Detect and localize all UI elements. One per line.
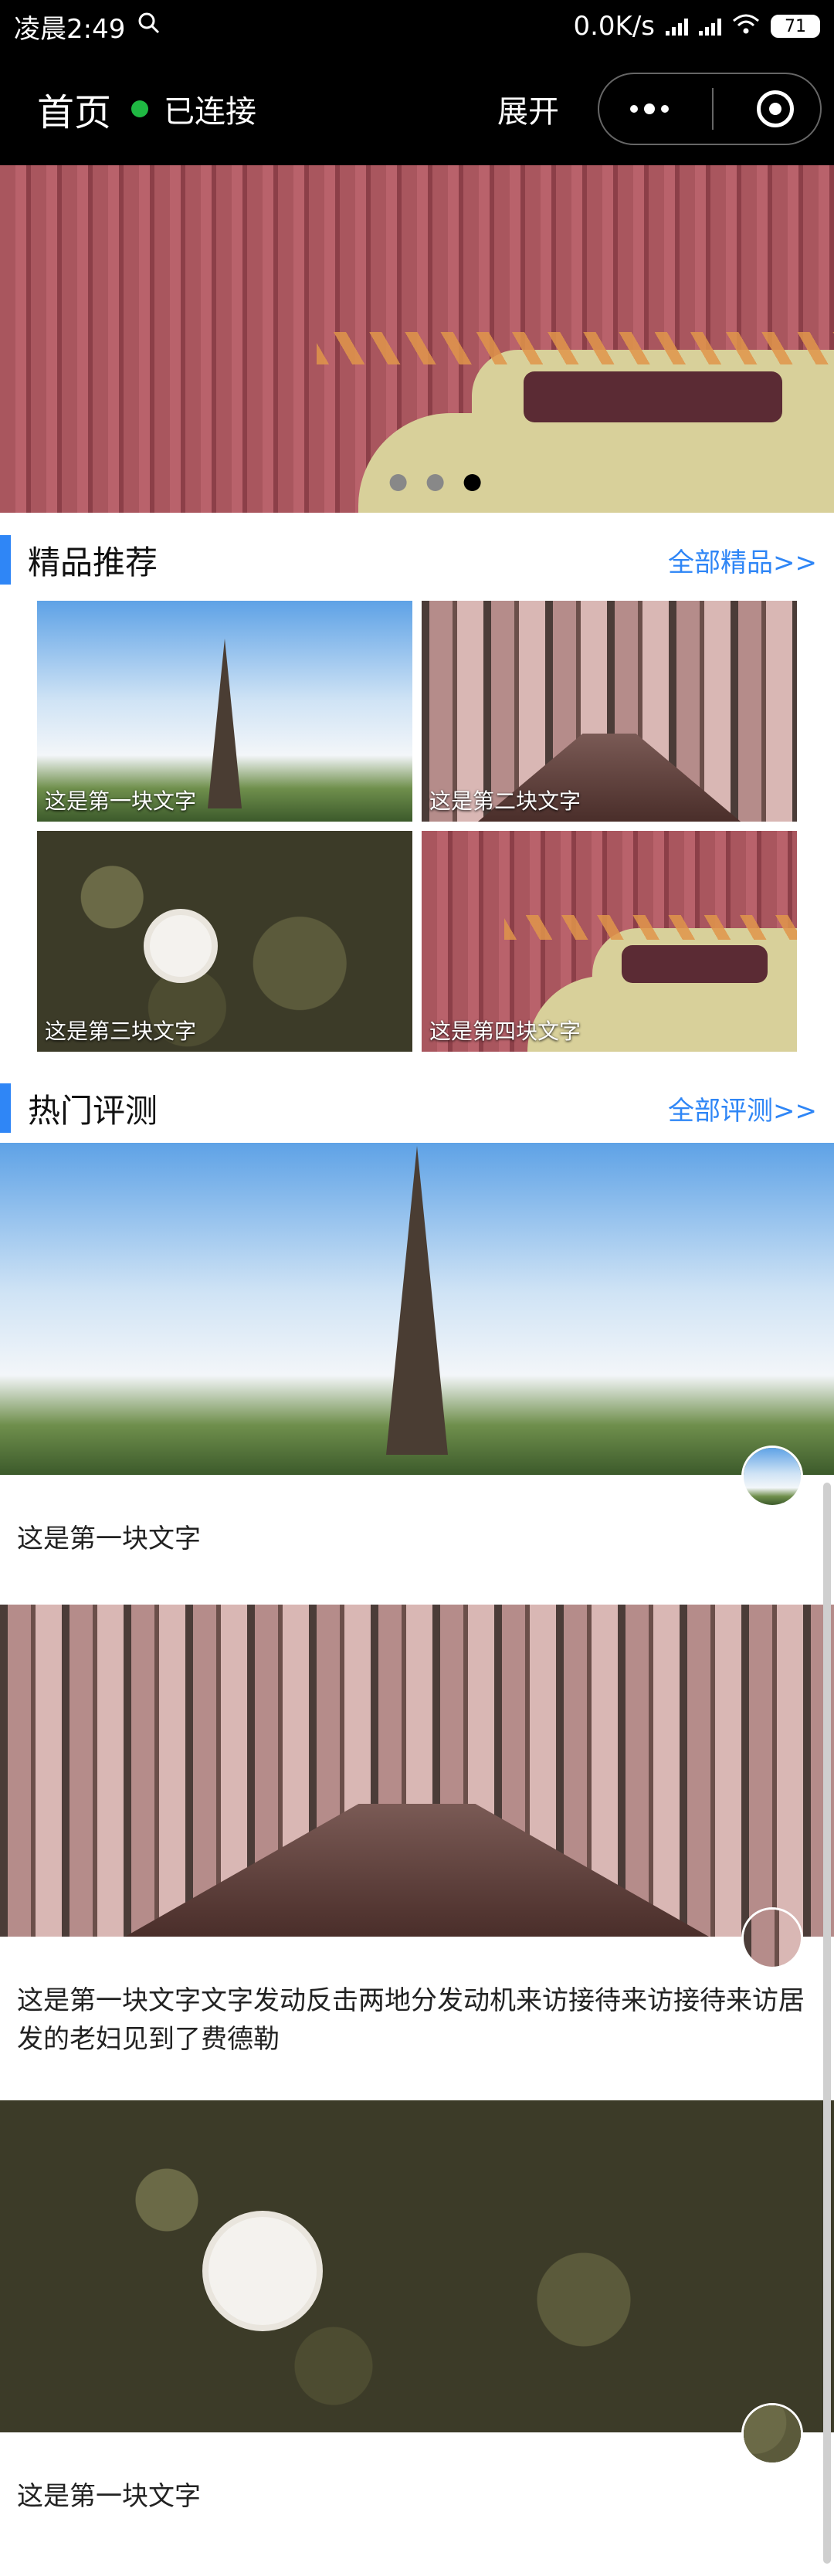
card-caption: 这是第二块文字	[429, 788, 581, 814]
review-text: 这是第一块文字	[17, 1524, 201, 1554]
signal-icon-2	[699, 17, 721, 36]
featured-card[interactable]: 这是第四块文字	[422, 831, 797, 1052]
section-accent-bar	[0, 1083, 11, 1133]
wifi-icon	[732, 11, 760, 42]
capsule-divider	[712, 88, 714, 130]
featured-grid: 这是第一块文字 这是第二块文字 这是第三块文字 这是第四块文字	[0, 595, 834, 1052]
page-title: 首页	[37, 91, 112, 134]
all-reviews-link[interactable]: 全部评测>>	[668, 1090, 817, 1127]
search-icon	[137, 11, 161, 42]
close-target-icon[interactable]	[757, 90, 794, 127]
signal-icon	[666, 17, 688, 36]
review-item[interactable]: 这是第一块文字	[0, 1143, 834, 1605]
expand-button[interactable]: 展开	[497, 86, 559, 131]
featured-header: 精品推荐 全部精品>>	[0, 525, 834, 595]
review-image	[0, 1143, 834, 1475]
card-caption: 这是第一块文字	[45, 788, 197, 814]
battery-level: 71	[785, 16, 806, 36]
review-image	[0, 2100, 834, 2432]
carousel-dot-active[interactable]	[463, 474, 481, 491]
net-speed: 0.0K/s	[573, 11, 655, 42]
review-text: 这是第一块文字	[17, 2481, 201, 2512]
review-text: 这是第一块文字文字发动反击两地分发动机来访接待来访接待来访居发的老妇见到了费德勒	[17, 1985, 805, 2055]
status-time: 凌晨2:49	[14, 13, 126, 45]
battery-icon: 71	[771, 15, 820, 38]
card-caption: 这是第三块文字	[45, 1019, 197, 1044]
connection-status: 已连接	[131, 86, 256, 131]
navigation-bar: 首页 已连接 展开	[0, 53, 834, 165]
review-item[interactable]: 这是第一块文字文字发动反击两地分发动机来访接待来访接待来访居发的老妇见到了费德勒	[0, 1605, 834, 2100]
connected-dot-icon	[131, 100, 149, 117]
banner-carousel[interactable]	[0, 165, 834, 513]
avatar[interactable]	[741, 1907, 803, 1969]
reviews-header: 热门评测 全部评测>>	[0, 1073, 834, 1143]
avatar[interactable]	[741, 2403, 803, 2465]
section-accent-bar	[0, 535, 11, 585]
featured-title: 精品推荐	[28, 543, 158, 581]
status-bar: 凌晨2:49 0.0K/s 71	[0, 0, 834, 53]
carousel-dot[interactable]	[426, 474, 444, 491]
featured-card[interactable]: 这是第一块文字	[37, 601, 412, 822]
scrollbar[interactable]	[823, 1483, 831, 2564]
more-icon[interactable]	[630, 103, 669, 114]
review-item[interactable]: 这是第一块文字	[0, 2100, 834, 2540]
mini-program-capsule	[598, 73, 822, 145]
carousel-indicator	[389, 474, 481, 491]
featured-card[interactable]: 这是第三块文字	[37, 831, 412, 1052]
review-image	[0, 1605, 834, 1937]
avatar[interactable]	[741, 1446, 803, 1507]
connection-label: 已连接	[164, 94, 257, 130]
featured-card[interactable]: 这是第二块文字	[422, 601, 797, 822]
all-featured-link[interactable]: 全部精品>>	[668, 541, 817, 579]
reviews-title: 热门评测	[28, 1091, 158, 1130]
carousel-dot[interactable]	[389, 474, 407, 491]
card-caption: 这是第四块文字	[429, 1019, 581, 1044]
